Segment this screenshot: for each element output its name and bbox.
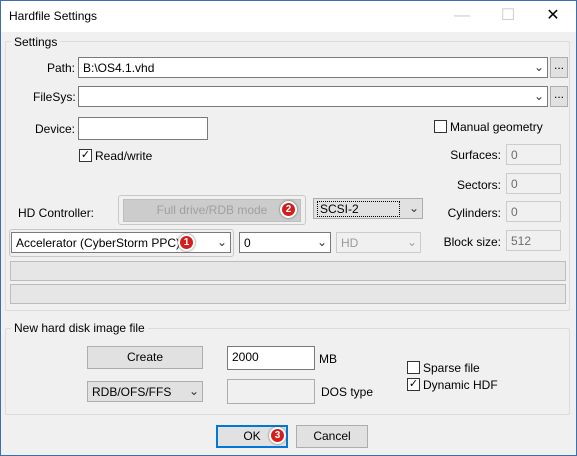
dynamic-hdf-label: Dynamic HDF xyxy=(423,378,498,392)
window-title: Hardfile Settings xyxy=(9,9,98,23)
scsi-value: SCSI-2 xyxy=(317,201,400,217)
hd-controller-label: HD Controller: xyxy=(18,206,95,220)
readwrite-checkbox[interactable]: ✓ xyxy=(79,149,92,162)
create-button[interactable]: Create xyxy=(87,346,203,369)
type-value: HD xyxy=(341,236,359,250)
filesys-browse-button[interactable]: ... xyxy=(550,86,568,107)
size-unit-label: MB xyxy=(319,352,337,366)
chevron-down-icon: ⌄ xyxy=(316,235,327,249)
type-combo[interactable]: HD ⌄ xyxy=(336,232,421,253)
device-field[interactable] xyxy=(78,117,208,140)
controller-value: Accelerator (CyberStorm PPC) xyxy=(16,236,181,250)
step-marker-2: 2 xyxy=(280,201,297,218)
unit-combo[interactable]: 0 ⌄ xyxy=(239,232,331,253)
scsi-combo[interactable]: SCSI-2 ⌄ xyxy=(313,198,423,219)
controller-combo[interactable]: Accelerator (CyberStorm PPC) ⌄ xyxy=(11,232,231,253)
chevron-down-icon: ⌄ xyxy=(216,235,227,249)
path-label: Path: xyxy=(47,61,76,75)
dostype-field[interactable] xyxy=(227,379,315,404)
cylinders-field[interactable]: 0 xyxy=(506,201,561,222)
chevron-down-icon: ⌄ xyxy=(406,235,417,249)
manual-geometry-checkbox[interactable] xyxy=(434,120,447,133)
filesys-label: FileSys: xyxy=(33,90,76,104)
chevron-down-icon: ⌄ xyxy=(533,60,544,74)
cylinders-label: Cylinders: xyxy=(447,206,501,220)
sectors-field[interactable]: 0 xyxy=(506,173,561,194)
device-label: Device: xyxy=(35,122,76,136)
format-value: RDB/OFS/FFS xyxy=(92,385,172,399)
size-field[interactable]: 2000 xyxy=(227,346,315,370)
sparse-file-checkbox[interactable] xyxy=(407,361,420,374)
full-drive-rdb-button[interactable]: Full drive/RDB mode xyxy=(123,199,301,222)
info-bar-2 xyxy=(10,284,566,304)
close-icon[interactable]: ✕ xyxy=(530,1,576,32)
surfaces-label: Surfaces: xyxy=(450,148,501,162)
info-bar-1 xyxy=(10,261,566,281)
path-combo[interactable]: B:\OS4.1.vhd ⌄ xyxy=(78,57,548,78)
path-browse-button[interactable]: ... xyxy=(550,57,568,78)
chevron-down-icon: ⌄ xyxy=(408,201,419,215)
blocksize-field[interactable]: 512 xyxy=(506,230,561,251)
minimize-icon[interactable]: — xyxy=(439,1,485,32)
settings-group-label: Settings xyxy=(11,35,61,49)
chevron-down-icon: ⌄ xyxy=(533,89,544,103)
readwrite-label: Read/write xyxy=(95,149,153,163)
surfaces-field[interactable]: 0 xyxy=(506,144,561,165)
filesys-combo[interactable]: ⌄ xyxy=(78,86,548,107)
sectors-label: Sectors: xyxy=(456,178,501,192)
title-bar: Hardfile Settings — ☐ ✕ xyxy=(1,1,576,32)
maximize-icon[interactable]: ☐ xyxy=(485,1,531,32)
dynamic-hdf-checkbox[interactable]: ✓ xyxy=(407,378,420,391)
dostype-label: DOS type xyxy=(321,385,374,399)
cancel-button[interactable]: Cancel xyxy=(296,425,368,448)
new-disk-group-label: New hard disk image file xyxy=(11,321,148,335)
manual-geometry-label: Manual geometry xyxy=(450,120,543,134)
blocksize-label: Block size: xyxy=(443,235,501,249)
format-combo[interactable]: RDB/OFS/FFS ⌄ xyxy=(87,381,203,402)
chevron-down-icon: ⌄ xyxy=(188,384,199,398)
unit-value: 0 xyxy=(244,236,251,250)
step-marker-1: 1 xyxy=(178,234,195,251)
sparse-file-label: Sparse file xyxy=(423,361,480,375)
path-value: B:\OS4.1.vhd xyxy=(83,61,155,75)
step-marker-3: 3 xyxy=(269,427,286,444)
hardfile-settings-window: Hardfile Settings — ☐ ✕ Settings Path: B… xyxy=(0,0,577,456)
